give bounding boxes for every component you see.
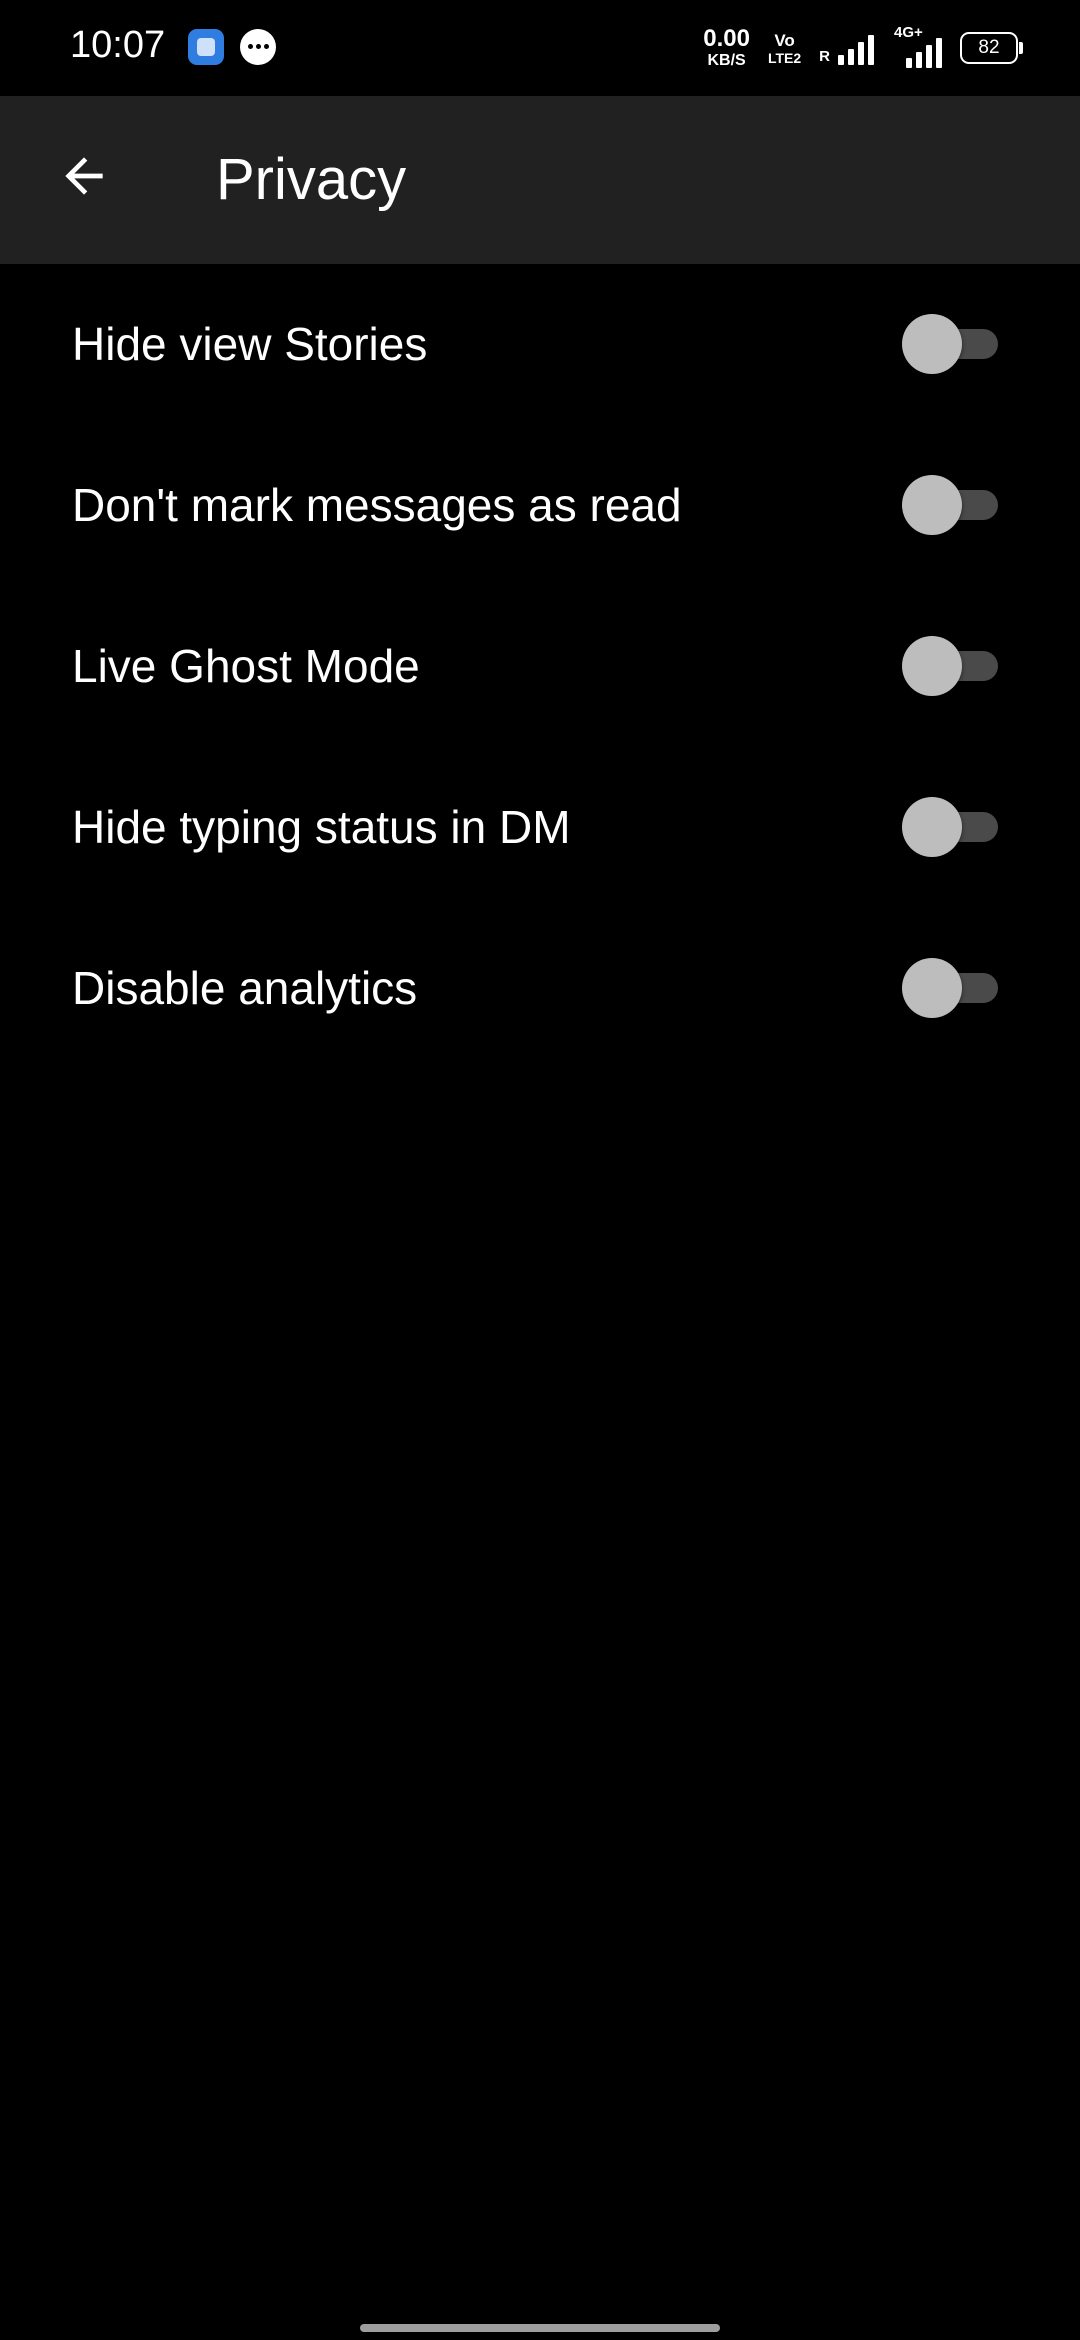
- setting-row-dont-mark-read[interactable]: Don't mark messages as read: [0, 425, 1080, 586]
- network-speed-value: 0.00: [703, 25, 750, 52]
- page-title: Privacy: [216, 147, 407, 212]
- app-notification-icon: [188, 29, 224, 65]
- network-speed: 0.00 KB/S: [703, 27, 750, 69]
- status-indicators: 0.00 KB/S Vo LTE2 R 4G+ 82: [703, 24, 1023, 70]
- hide-typing-status-toggle[interactable]: [902, 797, 998, 857]
- hide-view-stories-toggle[interactable]: [902, 314, 998, 374]
- setting-label: Hide view Stories: [72, 318, 428, 370]
- sim1-signal-icon: R: [819, 31, 874, 65]
- app-bar: Privacy: [0, 96, 1080, 264]
- setting-row-hide-typing-status[interactable]: Hide typing status in DM: [0, 747, 1080, 908]
- sim2-signal-icon: 4G+: [892, 24, 942, 68]
- battery-icon: 82: [960, 32, 1023, 64]
- home-indicator[interactable]: [360, 2324, 720, 2332]
- roaming-label: R: [819, 48, 830, 65]
- screen: 10:07 0.00 KB/S Vo LTE2 R 4G+ 82 Privacy…: [0, 0, 1080, 2340]
- settings-list: Hide view Stories Don't mark messages as…: [0, 264, 1080, 1069]
- network-speed-unit: KB/S: [707, 52, 746, 69]
- back-button[interactable]: [44, 136, 124, 216]
- network-type-label: 4G+: [894, 24, 923, 41]
- chat-bubble-icon: [240, 29, 276, 65]
- toggle-thumb: [902, 475, 962, 535]
- volte-icon: Vo LTE2: [768, 32, 801, 65]
- status-bar: 10:07 0.00 KB/S Vo LTE2 R 4G+ 82: [0, 0, 1080, 96]
- volte-bottom-label: LTE2: [767, 49, 802, 66]
- setting-row-hide-view-stories[interactable]: Hide view Stories: [0, 264, 1080, 425]
- battery-level: 82: [978, 37, 1000, 58]
- arrow-left-icon: [65, 157, 103, 195]
- toggle-thumb: [902, 636, 962, 696]
- toggle-thumb: [902, 314, 962, 374]
- volte-top-label: Vo: [774, 30, 795, 50]
- setting-label: Hide typing status in DM: [72, 801, 571, 853]
- setting-label: Live Ghost Mode: [72, 640, 420, 692]
- setting-label: Disable analytics: [72, 962, 418, 1014]
- status-time: 10:07: [70, 24, 166, 66]
- live-ghost-mode-toggle[interactable]: [902, 636, 998, 696]
- disable-analytics-toggle[interactable]: [902, 958, 998, 1018]
- setting-row-disable-analytics[interactable]: Disable analytics: [0, 908, 1080, 1069]
- toggle-thumb: [902, 797, 962, 857]
- toggle-thumb: [902, 958, 962, 1018]
- dont-mark-read-toggle[interactable]: [902, 475, 998, 535]
- setting-label: Don't mark messages as read: [72, 479, 682, 531]
- setting-row-live-ghost-mode[interactable]: Live Ghost Mode: [0, 586, 1080, 747]
